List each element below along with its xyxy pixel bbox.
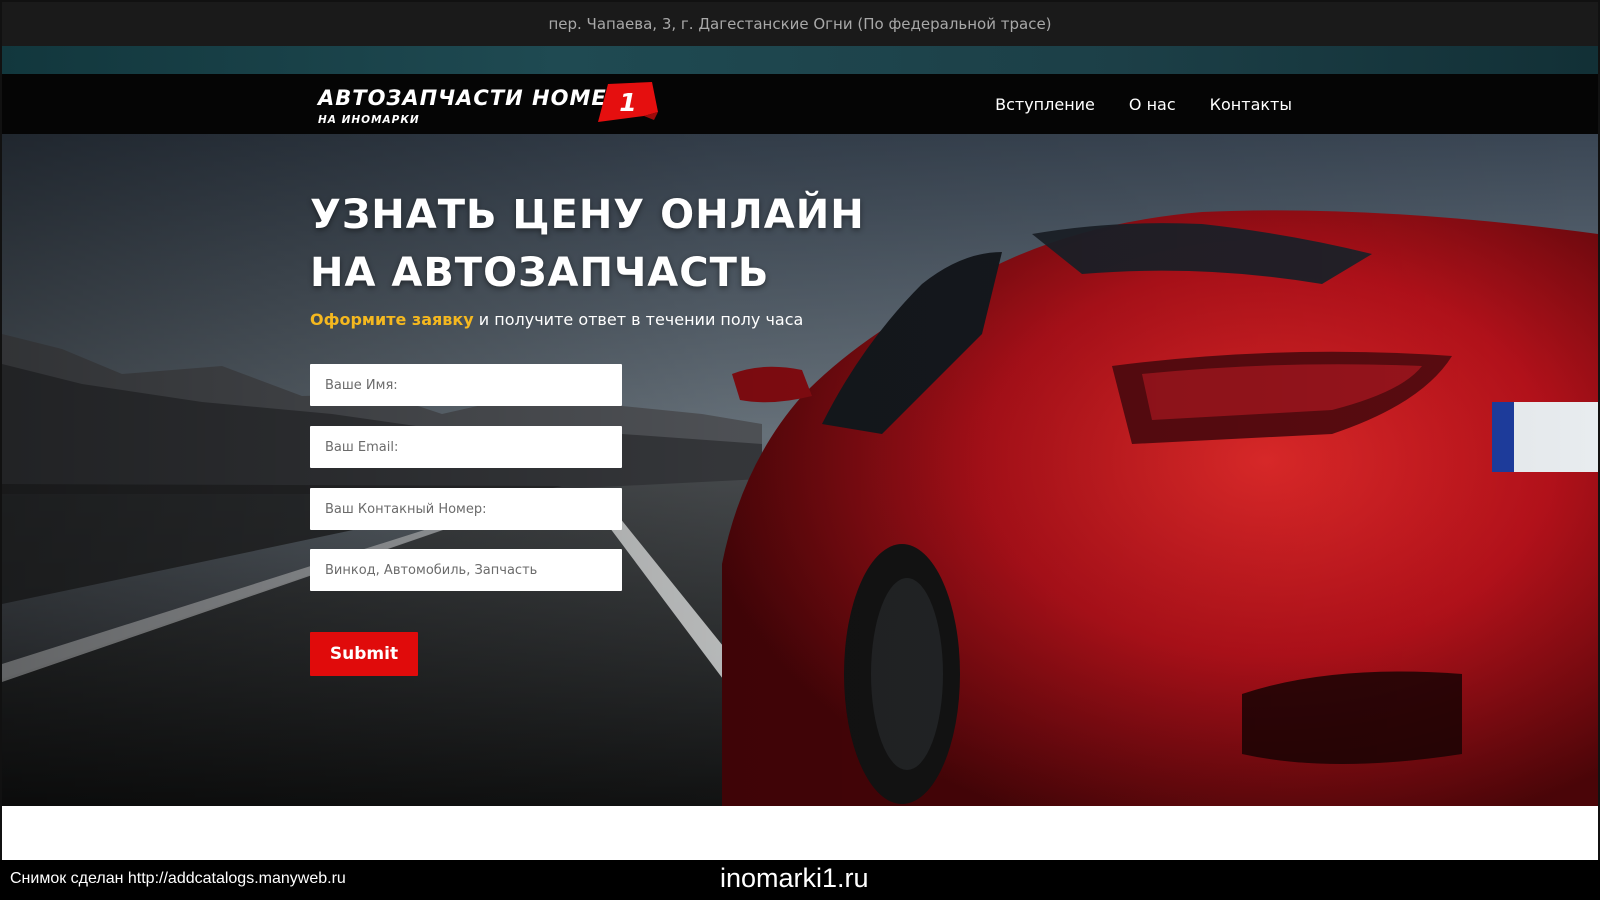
logo-badge-number: 1 bbox=[619, 88, 636, 117]
main-navbar: АВТОЗАПЧАСТИ НОМЕР НА ИНОМАРКИ 1 Вступле… bbox=[2, 74, 1598, 134]
hero-subtitle: Оформите заявку и получите ответ в течен… bbox=[310, 310, 870, 329]
decorative-band bbox=[2, 46, 1598, 74]
page-bottom-strip bbox=[2, 806, 1598, 860]
screenshot-source-caption: Снимок сделан http://addcatalogs.manyweb… bbox=[10, 870, 346, 887]
nav-link-contacts[interactable]: Контакты bbox=[1210, 95, 1292, 114]
nav-link-about[interactable]: О нас bbox=[1129, 95, 1176, 114]
submit-button[interactable]: Submit bbox=[310, 632, 418, 676]
hero-section: УЗНАТЬ ЦЕНУ ОНЛАЙН НА АВТОЗАПЧАСТЬ Оформ… bbox=[2, 134, 1598, 806]
email-input[interactable] bbox=[310, 426, 622, 468]
hero-subtitle-rest: и получите ответ в течении полу часа bbox=[478, 310, 804, 329]
nav-menu: Вступление О нас Контакты bbox=[995, 74, 1292, 134]
logo-subtitle: НА ИНОМАРКИ bbox=[318, 114, 420, 126]
hero-title-line-2: НА АВТОЗАПЧАСТЬ bbox=[310, 250, 770, 296]
part-query-input[interactable] bbox=[310, 549, 622, 591]
hero-subtitle-accent: Оформите заявку bbox=[310, 310, 474, 329]
hero-title-line-1: УЗНАТЬ ЦЕНУ ОНЛАЙН bbox=[310, 192, 865, 238]
screenshot-caption-bar: Снимок сделан http://addcatalogs.manyweb… bbox=[0, 860, 1600, 900]
phone-input[interactable] bbox=[310, 488, 622, 530]
nav-link-intro[interactable]: Вступление bbox=[995, 95, 1095, 114]
name-input[interactable] bbox=[310, 364, 622, 406]
address-bar: пер. Чапаева, 3, г. Дагестанские Огни (П… bbox=[2, 2, 1598, 46]
logo-number-badge-icon: 1 bbox=[598, 82, 658, 122]
address-text: пер. Чапаева, 3, г. Дагестанские Огни (П… bbox=[548, 15, 1052, 33]
logo-title: АВТОЗАПЧАСТИ НОМЕР bbox=[318, 86, 624, 110]
site-domain-caption: inomarki1.ru bbox=[720, 863, 869, 893]
hero-title: УЗНАТЬ ЦЕНУ ОНЛАЙН НА АВТОЗАПЧАСТЬ bbox=[310, 186, 870, 302]
site-logo[interactable]: АВТОЗАПЧАСТИ НОМЕР НА ИНОМАРКИ 1 bbox=[312, 82, 662, 128]
